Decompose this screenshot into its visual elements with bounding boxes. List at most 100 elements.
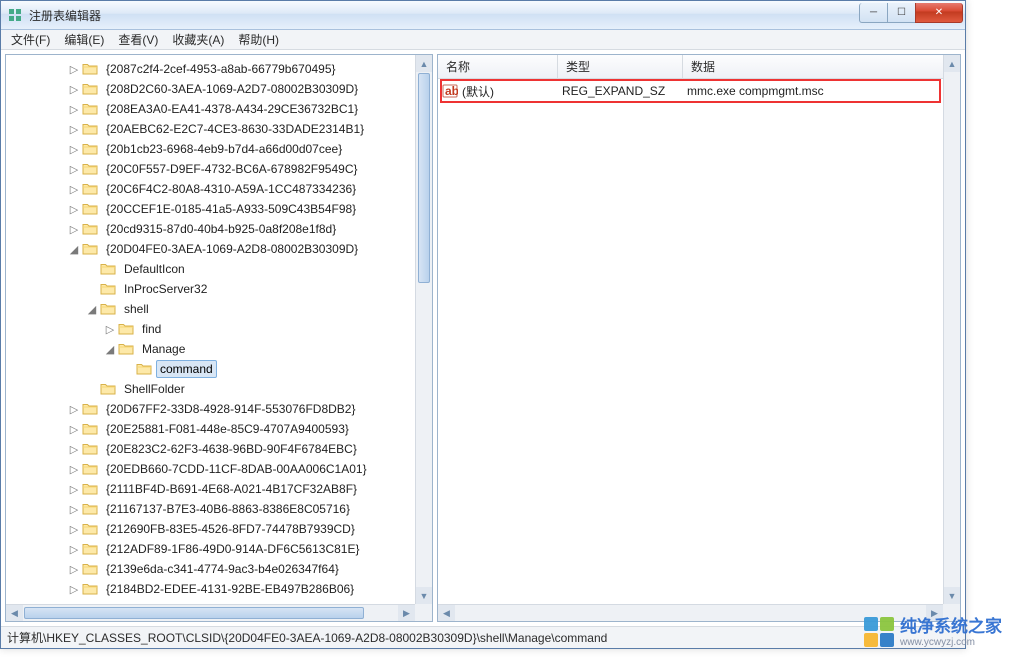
expand-icon[interactable]: ▷	[66, 103, 82, 116]
tree-scrollbar-vertical[interactable]: ▲ ▼	[415, 55, 432, 604]
values-pane: 名称 类型 数据 (默认) REG_EXPAND_SZ mmc.exe comp…	[437, 54, 961, 622]
scroll-left-icon[interactable]: ◀	[438, 605, 455, 621]
collapse-icon[interactable]: ◢	[84, 303, 100, 316]
menu-edit[interactable]: 编辑(E)	[58, 29, 110, 50]
expand-icon[interactable]: ▷	[66, 403, 82, 416]
expand-icon[interactable]: ▷	[66, 223, 82, 236]
expand-icon[interactable]: ▷	[66, 523, 82, 536]
folder-icon	[82, 461, 98, 477]
collapse-icon[interactable]: ◢	[66, 243, 82, 256]
maximize-button[interactable]: ☐	[887, 3, 916, 23]
tree-item[interactable]: ◢shell	[6, 299, 432, 319]
column-type[interactable]: 类型	[558, 55, 683, 78]
close-button[interactable]: ✕	[915, 3, 963, 23]
tree-item[interactable]: ShellFolder	[6, 379, 432, 399]
menu-favorites[interactable]: 收藏夹(A)	[166, 29, 230, 50]
tree-item[interactable]: ▷{20AEBC62-E2C7-4CE3-8630-33DADE2314B1}	[6, 119, 432, 139]
expand-icon[interactable]: ▷	[66, 483, 82, 496]
tree-item[interactable]: ▷ {20D67FF2-33D8-4928-914F-553076FD8DB2}	[6, 399, 432, 419]
expand-icon[interactable]: ▷	[66, 63, 82, 76]
tree-item-label: {2139e6da-c341-4774-9ac3-b4e026347f64}	[102, 560, 343, 578]
value-row[interactable]: (默认) REG_EXPAND_SZ mmc.exe compmgmt.msc	[438, 81, 960, 101]
tree-item[interactable]: DefaultIcon	[6, 259, 432, 279]
tree-item-label: {20cd9315-87d0-40b4-b925-0a8f208e1f8d}	[102, 220, 340, 238]
tree-item[interactable]: ▷{20E823C2-62F3-4638-96BD-90F4F6784EBC}	[6, 439, 432, 459]
scroll-down-icon[interactable]: ▼	[944, 587, 960, 604]
tree-item[interactable]: command	[6, 359, 432, 379]
value-type: REG_EXPAND_SZ	[562, 84, 687, 98]
tree-item[interactable]: ▷{20CCEF1E-0185-41a5-A933-509C43B54F98}	[6, 199, 432, 219]
scroll-up-icon[interactable]: ▲	[944, 55, 960, 72]
tree-item[interactable]: ▷ {20C6F4C2-80A8-4310-A59A-1CC487334236}	[6, 179, 432, 199]
menu-view[interactable]: 查看(V)	[112, 29, 164, 50]
watermark-logo-icon	[864, 617, 894, 647]
expand-icon[interactable]: ▷	[66, 503, 82, 516]
tree-item[interactable]: ▷ {2111BF4D-B691-4E68-A021-4B17CF32AB8F}	[6, 479, 432, 499]
scrollbar-thumb[interactable]	[24, 607, 364, 619]
tree-item[interactable]: ◢ {20D04FE0-3AEA-1069-A2D8-08002B30309D}	[6, 239, 432, 259]
expand-icon[interactable]: ▷	[66, 143, 82, 156]
tree-item[interactable]: InProcServer32	[6, 279, 432, 299]
scroll-up-icon[interactable]: ▲	[416, 55, 432, 72]
scroll-right-icon[interactable]: ▶	[398, 605, 415, 621]
expand-icon[interactable]: ▷	[66, 583, 82, 596]
tree-item[interactable]: ▷{21167137-B7E3-40B6-8863-8386E8C05716}	[6, 499, 432, 519]
collapse-icon[interactable]: ◢	[102, 343, 118, 356]
minimize-button[interactable]: ─	[859, 3, 888, 23]
expand-icon[interactable]: ▷	[66, 563, 82, 576]
tree-item[interactable]: ▷{20EDB660-7CDD-11CF-8DAB-00AA006C1A01}	[6, 459, 432, 479]
folder-icon	[82, 481, 98, 497]
scrollbar-thumb[interactable]	[418, 73, 430, 283]
menubar: 文件(F) 编辑(E) 查看(V) 收藏夹(A) 帮助(H)	[1, 30, 965, 50]
tree-item[interactable]: ▷ {2139e6da-c341-4774-9ac3-b4e026347f64}	[6, 559, 432, 579]
tree-item-label: InProcServer32	[120, 280, 211, 298]
tree-item[interactable]: ▷{212ADF89-1F86-49D0-914A-DF6C5613C81E}	[6, 539, 432, 559]
column-name[interactable]: 名称	[438, 55, 558, 78]
folder-icon	[82, 581, 98, 597]
value-name: (默认)	[462, 83, 562, 100]
tree-item[interactable]: ▷ find	[6, 319, 432, 339]
scroll-left-icon[interactable]: ◀	[6, 605, 23, 621]
expand-icon[interactable]: ▷	[66, 423, 82, 436]
tree-item-label: {20D67FF2-33D8-4928-914F-553076FD8DB2}	[102, 400, 360, 418]
folder-icon	[100, 301, 116, 317]
expand-icon[interactable]: ▷	[66, 203, 82, 216]
tree-item-label: {20C6F4C2-80A8-4310-A59A-1CC487334236}	[102, 180, 360, 198]
expand-icon[interactable]: ▷	[102, 323, 118, 336]
tree-item[interactable]: ▷{20b1cb23-6968-4eb9-b7d4-a66d00d07cee}	[6, 139, 432, 159]
registry-tree[interactable]: ▷{2087c2f4-2cef-4953-a8ab-66779b670495}▷…	[6, 55, 432, 621]
expand-icon[interactable]: ▷	[66, 83, 82, 96]
values-scrollbar-vertical[interactable]: ▲ ▼	[943, 55, 960, 604]
expand-icon[interactable]: ▷	[66, 443, 82, 456]
tree-item-label: {20D04FE0-3AEA-1069-A2D8-08002B30309D}	[102, 240, 362, 258]
expand-icon[interactable]: ▷	[66, 163, 82, 176]
folder-icon	[136, 361, 152, 377]
statusbar: 计算机\HKEY_CLASSES_ROOT\CLSID\{20D04FE0-3A…	[1, 626, 965, 648]
menu-file[interactable]: 文件(F)	[5, 29, 56, 50]
expand-icon[interactable]: ▷	[66, 123, 82, 136]
status-path: 计算机\HKEY_CLASSES_ROOT\CLSID\{20D04FE0-3A…	[7, 629, 607, 646]
folder-icon	[82, 61, 98, 77]
tree-pane: ▷{2087c2f4-2cef-4953-a8ab-66779b670495}▷…	[5, 54, 433, 622]
expand-icon[interactable]: ▷	[66, 183, 82, 196]
column-data[interactable]: 数据	[683, 55, 960, 78]
tree-item[interactable]: ▷{208D2C60-3AEA-1069-A2D7-08002B30309D}	[6, 79, 432, 99]
menu-help[interactable]: 帮助(H)	[232, 29, 285, 50]
expand-icon[interactable]: ▷	[66, 543, 82, 556]
folder-icon	[82, 221, 98, 237]
tree-item[interactable]: ▷{212690FB-83E5-4526-8FD7-74478B7939CD}	[6, 519, 432, 539]
tree-item[interactable]: ▷{208EA3A0-EA41-4378-A434-29CE36732BC1}	[6, 99, 432, 119]
scroll-down-icon[interactable]: ▼	[416, 587, 432, 604]
tree-item-label: find	[138, 320, 165, 338]
expand-icon[interactable]: ▷	[66, 463, 82, 476]
tree-item[interactable]: ◢Manage	[6, 339, 432, 359]
tree-item-label: {2111BF4D-B691-4E68-A021-4B17CF32AB8F}	[102, 480, 361, 498]
titlebar[interactable]: 注册表编辑器 ─ ☐ ✕	[1, 1, 965, 30]
tree-item[interactable]: ▷ {20cd9315-87d0-40b4-b925-0a8f208e1f8d}	[6, 219, 432, 239]
values-list[interactable]: (默认) REG_EXPAND_SZ mmc.exe compmgmt.msc	[438, 79, 960, 621]
tree-scrollbar-horizontal[interactable]: ◀ ▶	[6, 604, 415, 621]
tree-item[interactable]: ▷{20C0F557-D9EF-4732-BC6A-678982F9549C}	[6, 159, 432, 179]
tree-item[interactable]: ▷{2087c2f4-2cef-4953-a8ab-66779b670495}	[6, 59, 432, 79]
tree-item[interactable]: ▷{20E25881-F081-448e-85C9-4707A9400593}	[6, 419, 432, 439]
tree-item[interactable]: ▷{2184BD2-EDEE-4131-92BE-EB497B286B06}	[6, 579, 432, 599]
